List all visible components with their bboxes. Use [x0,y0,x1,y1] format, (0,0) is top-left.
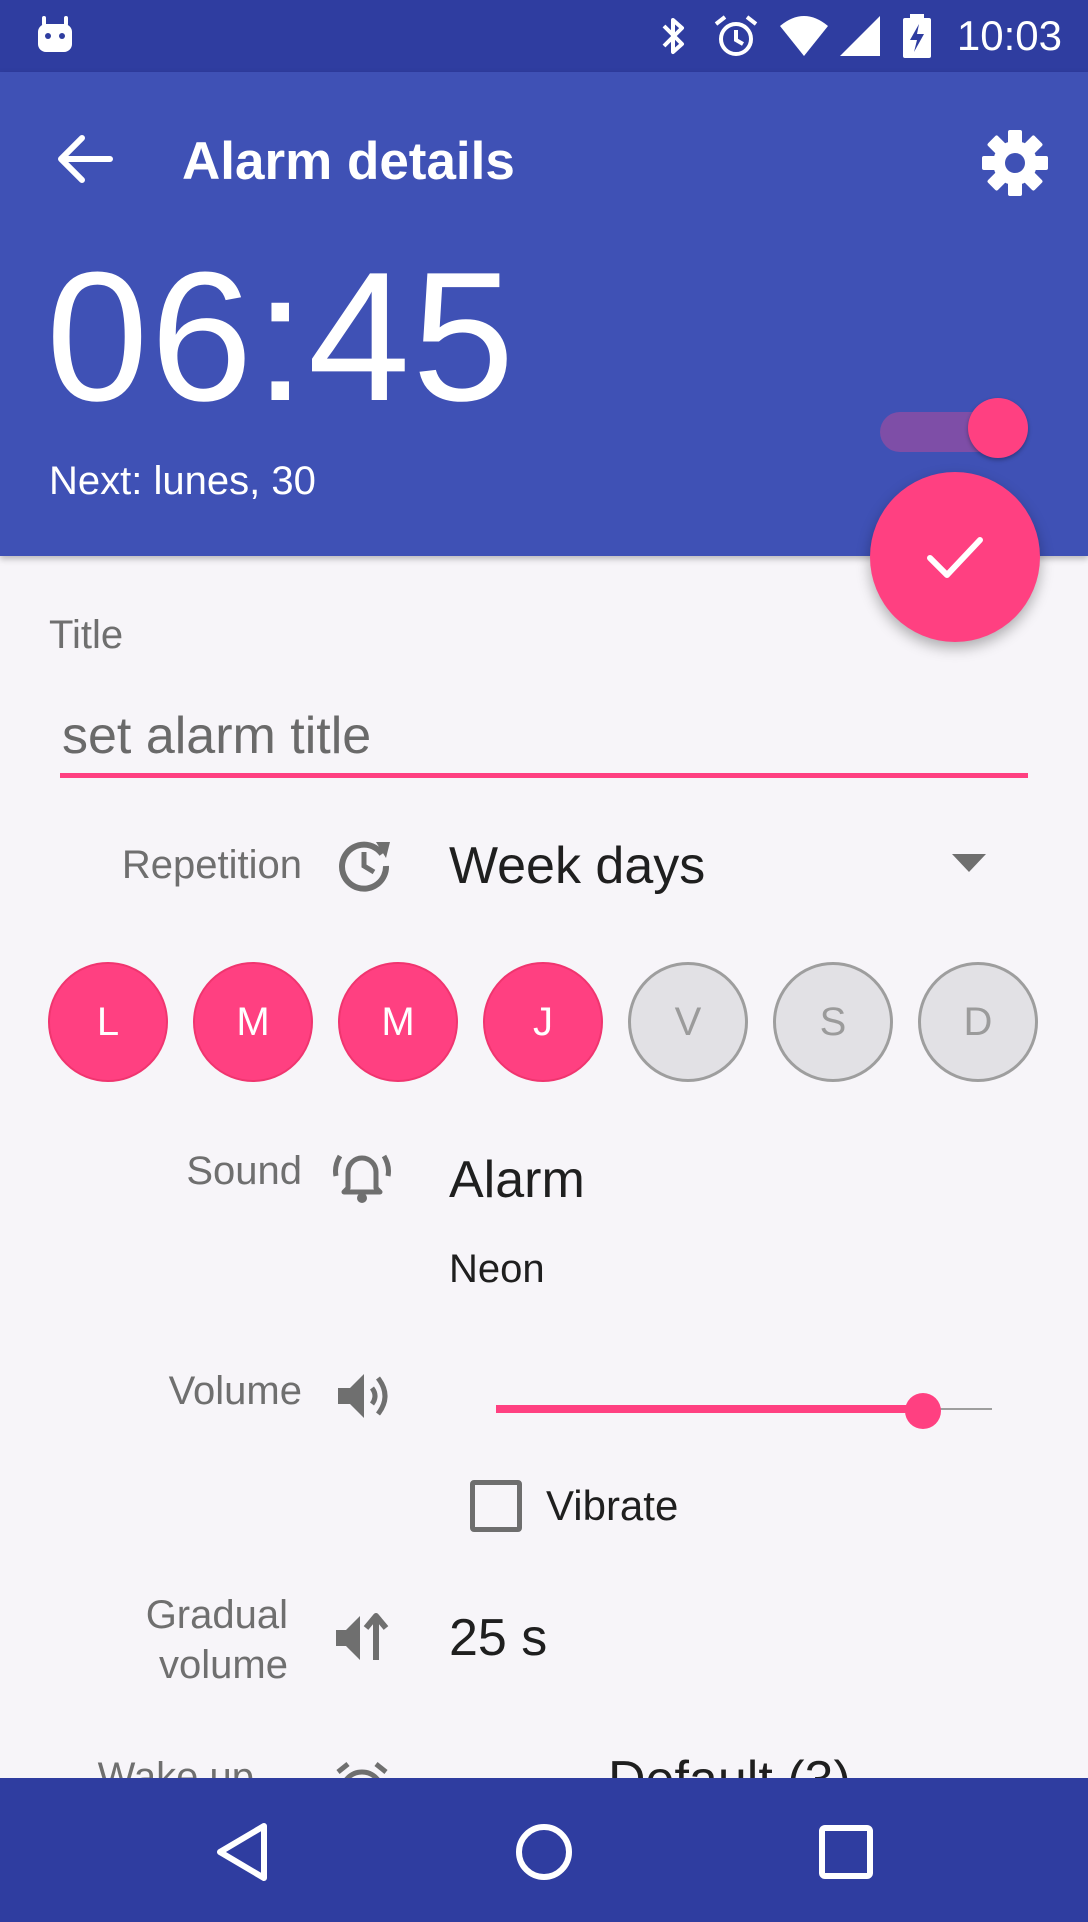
day-toggle[interactable]: D [918,962,1038,1082]
toggle-thumb [968,398,1028,458]
repeat-clock-icon [339,841,390,892]
alarm-clock-icon [714,15,758,56]
gradual-volume-label-line1: Gradual [145,1593,288,1637]
android-icon [38,16,72,52]
title-input[interactable] [60,698,1028,778]
bluetooth-icon [662,18,684,54]
check-icon [927,537,983,578]
day-letter: J [533,999,553,1044]
wake-up-value[interactable]: Default (3) [608,1752,851,1778]
alarm-time[interactable]: 06:45 [46,236,516,436]
slider-fill [496,1405,923,1413]
day-letter: V [674,999,702,1044]
day-toggle[interactable]: V [628,962,748,1082]
day-toggle[interactable]: S [773,962,893,1082]
wake-up-row[interactable]: Wake up Default (3) [0,1752,1088,1778]
nav-back-icon[interactable] [202,1812,282,1892]
day-letter: M [381,999,415,1044]
wifi-icon [780,16,828,56]
day-toggle[interactable]: L [48,962,168,1082]
cellular-signal-icon [840,16,880,56]
navigation-bar [0,1778,1088,1922]
title-label: Title [49,613,124,657]
nav-home-icon[interactable] [504,1812,584,1892]
gradual-volume-label-line2: volume [159,1643,288,1687]
day-toggle[interactable]: M [338,962,458,1082]
gradual-volume-label: Gradual volume [146,1590,288,1690]
day-letter: M [236,999,270,1044]
slider-thumb[interactable] [904,1393,941,1429]
status-time: 10:03 [956,12,1062,59]
sound-name[interactable]: Neon [449,1244,545,1294]
repetition-value[interactable]: Week days [449,836,705,896]
gradual-volume-value[interactable]: 25 s [449,1608,547,1668]
vibrate-option[interactable]: Vibrate [470,1478,678,1534]
volume-up-icon [338,1374,388,1418]
status-bar: 10:03 [0,0,1088,72]
sound-type[interactable]: Alarm [449,1150,585,1210]
day-letter: D [963,999,993,1044]
alarm-bell-icon [333,1154,391,1203]
day-toggle[interactable]: J [483,962,603,1082]
day-toggle[interactable]: M [193,962,313,1082]
day-letter: L [96,999,120,1044]
alarm-clock-icon [336,1762,388,1778]
battery-charging-icon [903,14,931,58]
arrow-back-icon[interactable] [50,124,120,194]
nav-recents-icon[interactable] [806,1812,886,1892]
wake-up-label: Wake up [97,1755,254,1778]
alarm-enabled-toggle[interactable] [880,390,1030,458]
volume-increase-icon [336,1613,389,1660]
volume-label: Volume [168,1369,302,1413]
next-alarm-text: Next: lunes, 30 [49,459,316,503]
day-letter: S [819,999,847,1044]
dropdown-arrow-icon[interactable] [952,854,986,874]
confirm-button[interactable] [870,472,1040,642]
vibrate-checkbox[interactable] [470,1480,522,1532]
gear-icon[interactable] [978,126,1052,200]
sound-label: Sound [186,1149,302,1193]
page-title: Alarm details [182,132,515,191]
volume-slider[interactable] [496,1390,992,1430]
vibrate-label: Vibrate [546,1482,679,1529]
weekday-selector: L M M J V S D [48,962,1048,1082]
repetition-label: Repetition [121,843,302,887]
